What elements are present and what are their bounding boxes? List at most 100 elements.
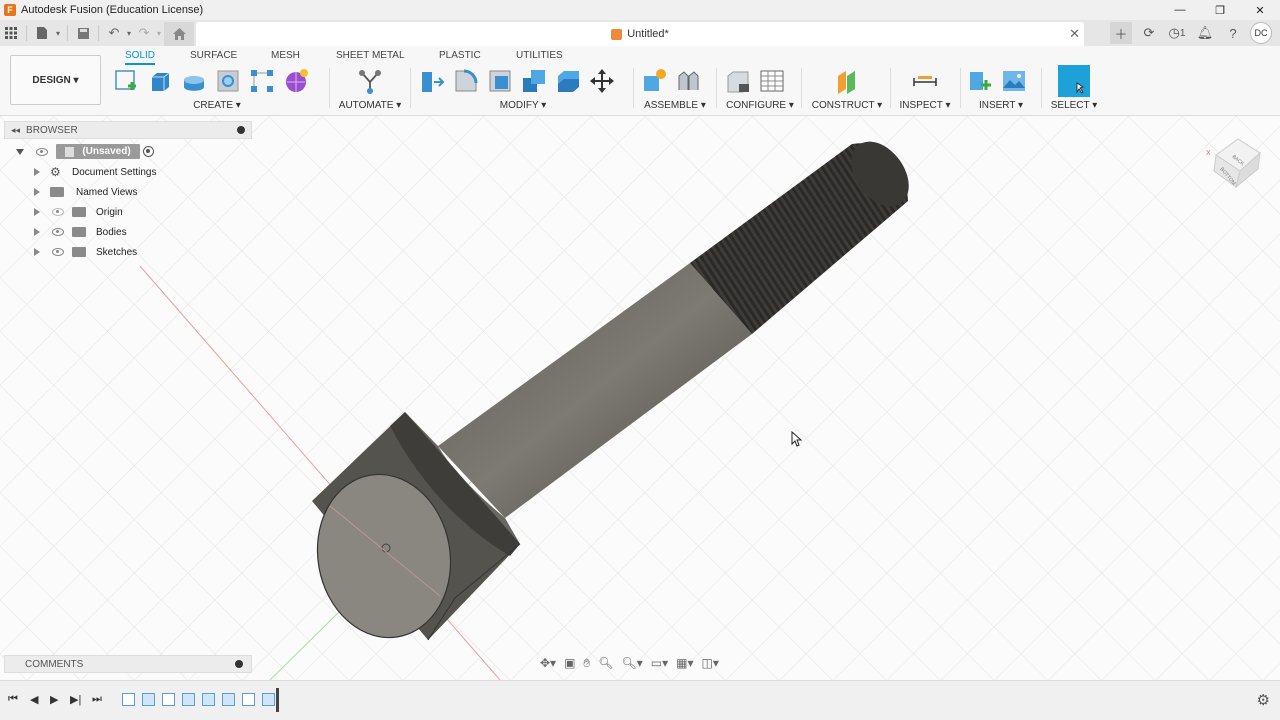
- activate-radio-icon[interactable]: [143, 146, 154, 157]
- sync-icon[interactable]: ⟳: [1138, 22, 1160, 44]
- close-icon[interactable]: ✕: [1069, 26, 1080, 42]
- pattern-icon[interactable]: [248, 67, 276, 95]
- timeline-extrude-icon[interactable]: [182, 693, 195, 706]
- avatar[interactable]: DC: [1250, 22, 1272, 44]
- add-comment-icon[interactable]: [235, 660, 243, 668]
- fit-icon[interactable]: 🔍︎▾: [622, 656, 643, 670]
- orbit-icon[interactable]: ✥▾: [540, 656, 556, 670]
- construct-menu[interactable]: CONSTRUCT ▾: [808, 100, 886, 111]
- expand-triangle-icon[interactable]: [34, 228, 40, 236]
- go-to-end-icon[interactable]: ⏭: [92, 693, 102, 706]
- configuration-table-icon[interactable]: [758, 67, 786, 95]
- browser-item-bodies[interactable]: Bodies: [4, 222, 252, 242]
- help-icon[interactable]: ?: [1222, 22, 1244, 44]
- document-tab[interactable]: Untitled* ✕: [196, 22, 1084, 46]
- restore-icon[interactable]: ❐: [1200, 0, 1240, 20]
- browser-item-origin[interactable]: Origin: [4, 202, 252, 222]
- tab-mesh[interactable]: MESH: [271, 50, 300, 63]
- visibility-eye-icon[interactable]: [36, 148, 48, 156]
- look-at-icon[interactable]: ▣: [564, 656, 575, 670]
- undo-icon[interactable]: ↶: [103, 22, 125, 44]
- clock-icon[interactable]: ◷ 1: [1166, 22, 1188, 44]
- automate-icon[interactable]: [356, 67, 384, 95]
- new-component-icon[interactable]: [640, 67, 668, 95]
- select-menu[interactable]: SELECT ▾: [1046, 100, 1102, 111]
- configure-model-icon[interactable]: [724, 67, 752, 95]
- timeline-combine-icon[interactable]: [262, 693, 275, 706]
- redo-icon[interactable]: ↷: [133, 22, 155, 44]
- visibility-eye-icon[interactable]: [52, 228, 64, 236]
- bell-icon[interactable]: 🔔︎: [1194, 22, 1216, 44]
- hole-icon[interactable]: [214, 67, 242, 95]
- move-icon[interactable]: [588, 67, 616, 95]
- viewports-icon[interactable]: ◫▾: [702, 656, 719, 670]
- step-forward-icon[interactable]: ▶|: [70, 693, 81, 706]
- expand-triangle-icon[interactable]: [34, 208, 40, 216]
- browser-root[interactable]: (Unsaved): [4, 142, 252, 162]
- collapse-panel-icon[interactable]: ◂◂: [11, 125, 20, 136]
- measure-icon[interactable]: [911, 67, 939, 95]
- gear-icon[interactable]: ⚙: [1257, 691, 1270, 709]
- fillet-icon[interactable]: [452, 67, 480, 95]
- timeline-thread-icon[interactable]: [222, 693, 235, 706]
- extrude-icon[interactable]: [146, 67, 174, 95]
- pin-icon[interactable]: [237, 126, 245, 134]
- timeline-marker[interactable]: [276, 688, 279, 712]
- create-menu[interactable]: CREATE ▾: [112, 100, 322, 111]
- tab-surface[interactable]: SURFACE: [190, 50, 237, 63]
- browser-item-sketches[interactable]: Sketches: [4, 242, 252, 262]
- select-icon[interactable]: [1058, 65, 1090, 97]
- insert-derive-icon[interactable]: [966, 67, 994, 95]
- home-icon[interactable]: [164, 22, 194, 46]
- comments-panel[interactable]: COMMENTS: [4, 655, 252, 673]
- form-icon[interactable]: [282, 67, 310, 95]
- joint-icon[interactable]: [674, 67, 702, 95]
- workspace-switcher[interactable]: DESIGN ▾: [10, 55, 101, 105]
- automate-menu[interactable]: AUTOMATE ▾: [338, 100, 402, 111]
- timeline-sketch-icon[interactable]: [122, 693, 135, 706]
- timeline-sketch-icon[interactable]: [242, 693, 255, 706]
- undo-dropdown-icon[interactable]: ▾: [125, 22, 133, 44]
- revolve-icon[interactable]: [180, 67, 208, 95]
- zoom-icon[interactable]: 🔍︎: [598, 656, 613, 670]
- viewcube[interactable]: BACK BOTTOM X: [1206, 133, 1266, 193]
- save-icon[interactable]: [72, 22, 94, 44]
- expand-triangle-icon[interactable]: [34, 168, 40, 176]
- combine-icon[interactable]: [520, 67, 548, 95]
- insert-menu[interactable]: INSERT ▾: [966, 100, 1036, 111]
- redo-dropdown-icon[interactable]: ▾: [155, 22, 163, 44]
- canvas-image-icon[interactable]: [1000, 67, 1028, 95]
- tab-utilities[interactable]: UTILITIES: [516, 50, 563, 63]
- tab-sheet-metal[interactable]: SHEET METAL: [336, 50, 405, 63]
- inspect-menu[interactable]: INSPECT ▾: [896, 100, 954, 111]
- step-back-icon[interactable]: ◀: [30, 693, 38, 706]
- visibility-eye-icon[interactable]: [52, 248, 64, 256]
- assemble-menu[interactable]: ASSEMBLE ▾: [640, 100, 710, 111]
- go-to-start-icon[interactable]: ⏮: [8, 693, 18, 706]
- plus-icon[interactable]: ＋: [1110, 22, 1132, 44]
- expand-triangle-icon[interactable]: [34, 188, 40, 196]
- close-window-icon[interactable]: ✕: [1240, 0, 1280, 20]
- tab-plastic[interactable]: PLASTIC: [439, 50, 481, 63]
- timeline-sketch-icon[interactable]: [162, 693, 175, 706]
- offset-face-icon[interactable]: [554, 67, 582, 95]
- display-settings-icon[interactable]: ▭▾: [651, 656, 668, 670]
- grid-settings-icon[interactable]: ▦▾: [676, 656, 693, 670]
- file-icon[interactable]: [31, 22, 53, 44]
- timeline-revolve-icon[interactable]: [202, 693, 215, 706]
- play-icon[interactable]: ▶: [50, 693, 58, 706]
- configure-menu[interactable]: CONFIGURE ▾: [724, 100, 796, 111]
- create-sketch-icon[interactable]: [112, 67, 140, 95]
- collapse-triangle-icon[interactable]: [16, 149, 24, 159]
- hidden-eye-icon[interactable]: [52, 208, 64, 216]
- browser-item-document-settings[interactable]: ⚙ Document Settings: [4, 162, 252, 182]
- offset-plane-icon[interactable]: [833, 67, 861, 95]
- file-dropdown-icon[interactable]: ▾: [53, 22, 63, 44]
- tab-solid[interactable]: SOLID: [125, 50, 156, 65]
- expand-triangle-icon[interactable]: [34, 248, 40, 256]
- modify-menu[interactable]: MODIFY ▾: [418, 100, 628, 111]
- shell-icon[interactable]: [486, 67, 514, 95]
- timeline-extrude-icon[interactable]: [142, 693, 155, 706]
- pan-icon[interactable]: ✋︎: [583, 656, 590, 671]
- browser-item-named-views[interactable]: Named Views: [4, 182, 252, 202]
